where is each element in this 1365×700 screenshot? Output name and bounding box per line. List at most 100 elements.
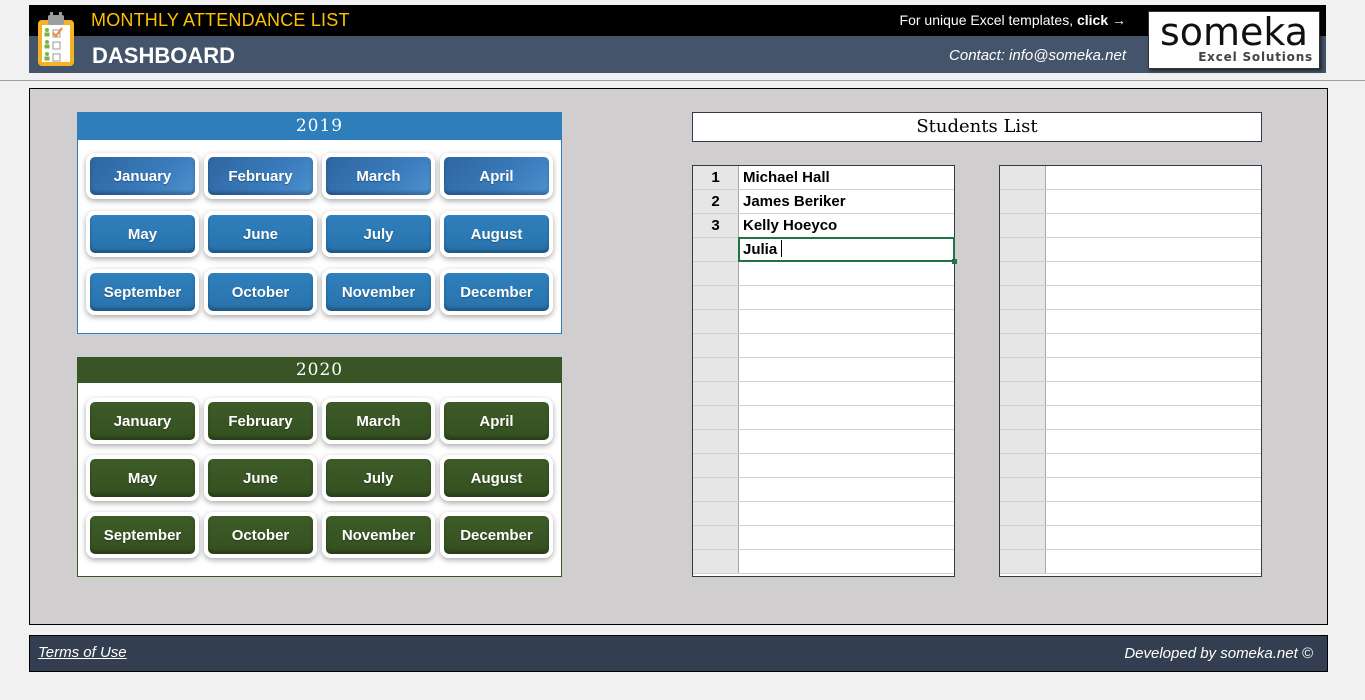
student-name-cell[interactable]: Michael Hall [739, 166, 954, 189]
student-number-cell[interactable] [1000, 382, 1046, 405]
student-number-cell[interactable] [1000, 262, 1046, 285]
student-number-cell[interactable] [693, 358, 739, 381]
students-list-title: Students List [692, 112, 1262, 142]
month-button-2019-august[interactable]: August [440, 211, 553, 257]
promo-click[interactable]: click → [1077, 12, 1126, 28]
student-number-cell[interactable]: 1 [693, 166, 739, 189]
month-button-2020-october[interactable]: October [204, 512, 317, 558]
student-name-cell[interactable] [739, 358, 954, 381]
month-button-2019-november[interactable]: November [322, 269, 435, 315]
month-button-2019-december[interactable]: December [440, 269, 553, 315]
student-number-cell[interactable] [693, 526, 739, 549]
month-button-2020-april[interactable]: April [440, 398, 553, 444]
student-number-cell[interactable] [1000, 286, 1046, 309]
student-number-cell[interactable] [693, 430, 739, 453]
student-number-cell[interactable] [693, 502, 739, 525]
month-button-2019-june[interactable]: June [204, 211, 317, 257]
student-number-cell[interactable] [1000, 478, 1046, 501]
student-name-cell[interactable]: Kelly Hoeyco [739, 214, 954, 237]
student-number-cell[interactable] [693, 238, 739, 261]
month-button-2020-may[interactable]: May [86, 455, 199, 501]
student-number-cell[interactable] [693, 478, 739, 501]
student-number-cell[interactable] [1000, 454, 1046, 477]
month-button-2019-january[interactable]: January [86, 153, 199, 199]
student-number-cell[interactable] [1000, 526, 1046, 549]
student-number-cell[interactable] [1000, 406, 1046, 429]
student-number-cell[interactable]: 2 [693, 190, 739, 213]
month-button-2020-july[interactable]: July [322, 455, 435, 501]
student-name-cell[interactable] [1046, 238, 1261, 261]
terms-of-use-link[interactable]: Terms of Use [38, 644, 127, 661]
month-button-2019-october[interactable]: October [204, 269, 317, 315]
month-button-2020-september[interactable]: September [86, 512, 199, 558]
student-name-cell[interactable] [1046, 526, 1261, 549]
student-name-cell[interactable] [1046, 262, 1261, 285]
student-number-cell[interactable] [1000, 502, 1046, 525]
student-name-cell[interactable] [739, 310, 954, 333]
student-number-cell[interactable] [693, 406, 739, 429]
student-number-cell[interactable] [1000, 358, 1046, 381]
student-number-cell[interactable] [1000, 310, 1046, 333]
month-button-2019-september[interactable]: September [86, 269, 199, 315]
month-button-2020-march[interactable]: March [322, 398, 435, 444]
month-button-2019-april[interactable]: April [440, 153, 553, 199]
month-button-2020-june[interactable]: June [204, 455, 317, 501]
student-name-cell[interactable] [739, 286, 954, 309]
student-row [1000, 502, 1261, 526]
student-name-cell[interactable] [1046, 334, 1261, 357]
month-button-2020-january[interactable]: January [86, 398, 199, 444]
student-name-cell[interactable]: James Beriker [739, 190, 954, 213]
student-number-cell[interactable] [693, 550, 739, 573]
student-name-cell[interactable] [739, 382, 954, 405]
student-name-cell[interactable] [1046, 166, 1261, 189]
month-button-2019-may[interactable]: May [86, 211, 199, 257]
student-name-cell-editing[interactable]: Julia [738, 237, 957, 264]
student-name-cell[interactable] [739, 406, 954, 429]
month-button-2020-august[interactable]: August [440, 455, 553, 501]
student-number-cell[interactable] [693, 262, 739, 285]
month-button-2019-march[interactable]: March [322, 153, 435, 199]
student-name-cell[interactable] [1046, 310, 1261, 333]
student-name-cell[interactable] [1046, 214, 1261, 237]
student-name-cell[interactable] [739, 550, 954, 573]
student-name-cell[interactable] [1046, 406, 1261, 429]
student-number-cell[interactable] [1000, 190, 1046, 213]
student-number-cell[interactable] [693, 334, 739, 357]
student-name-cell[interactable] [1046, 502, 1261, 525]
student-name-cell[interactable] [1046, 190, 1261, 213]
student-name-cell[interactable] [1046, 382, 1261, 405]
month-button-2020-february[interactable]: February [204, 398, 317, 444]
student-row [693, 550, 954, 574]
student-number-cell[interactable] [1000, 550, 1046, 573]
student-name-cell[interactable] [739, 526, 954, 549]
student-number-cell[interactable] [1000, 430, 1046, 453]
student-name-cell[interactable] [1046, 454, 1261, 477]
student-name-cell[interactable] [739, 334, 954, 357]
student-number-cell[interactable] [693, 454, 739, 477]
student-name-cell[interactable] [1046, 286, 1261, 309]
student-number-cell[interactable] [693, 310, 739, 333]
month-button-2020-november[interactable]: November [322, 512, 435, 558]
student-name-cell[interactable] [1046, 358, 1261, 381]
student-name-cell[interactable] [1046, 478, 1261, 501]
student-number-cell[interactable] [693, 382, 739, 405]
month-button-2020-december[interactable]: December [440, 512, 553, 558]
student-name-cell[interactable] [1046, 430, 1261, 453]
student-name-text: Kelly Hoeyco [743, 217, 838, 234]
student-number-cell[interactable] [693, 286, 739, 309]
student-number-cell[interactable] [1000, 166, 1046, 189]
student-name-cell[interactable] [739, 430, 954, 453]
student-number-cell[interactable] [1000, 334, 1046, 357]
student-number-cell[interactable] [1000, 238, 1046, 261]
student-name-cell[interactable] [739, 454, 954, 477]
templates-promo-link[interactable]: For unique Excel templates, click → [900, 12, 1126, 28]
month-button-2019-july[interactable]: July [322, 211, 435, 257]
student-name-cell[interactable] [739, 262, 954, 285]
someka-logo[interactable]: someka Excel Solutions [1148, 11, 1320, 69]
student-name-cell[interactable] [739, 502, 954, 525]
student-name-cell[interactable] [739, 478, 954, 501]
student-number-cell[interactable] [1000, 214, 1046, 237]
student-number-cell[interactable]: 3 [693, 214, 739, 237]
student-name-cell[interactable] [1046, 550, 1261, 573]
month-button-2019-february[interactable]: February [204, 153, 317, 199]
